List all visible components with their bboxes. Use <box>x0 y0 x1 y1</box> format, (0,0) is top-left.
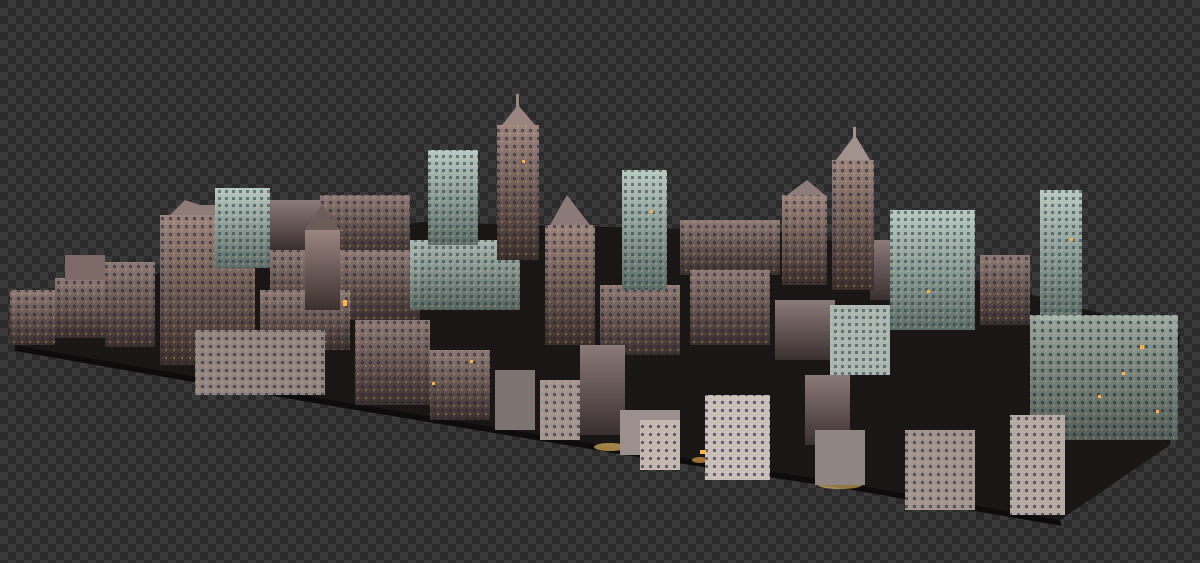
city-render <box>10 94 1180 526</box>
render-viewport <box>0 0 1200 563</box>
